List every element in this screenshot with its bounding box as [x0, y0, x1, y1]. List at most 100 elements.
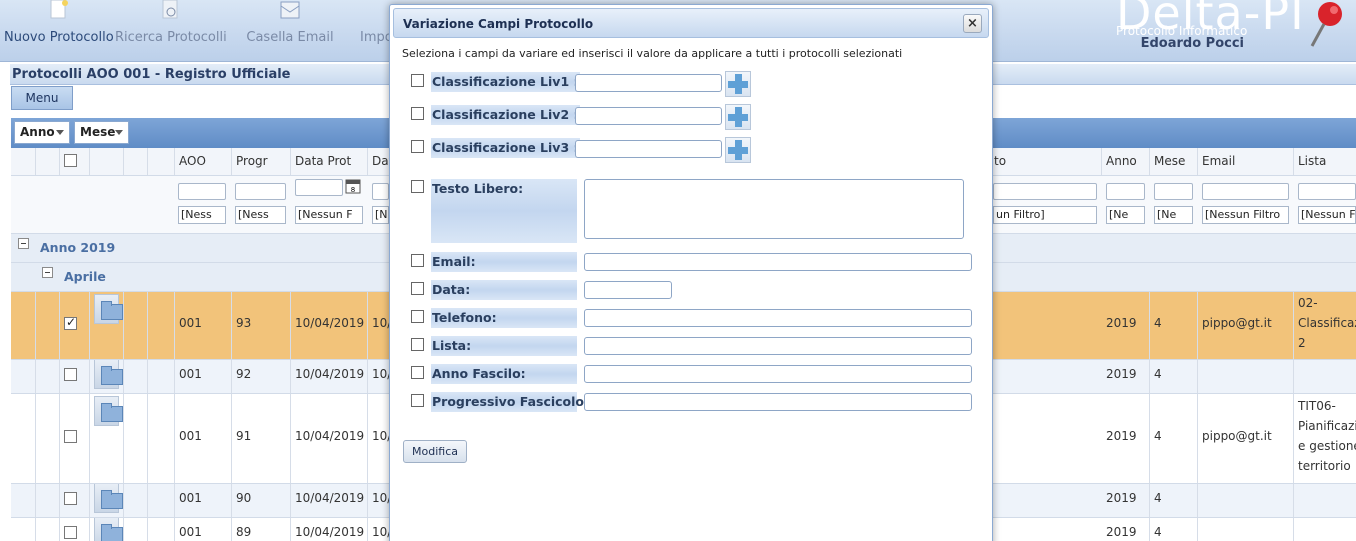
new-protocol-button[interactable]: Nuovo Protocollo [4, 0, 114, 62]
header-anno[interactable]: Anno [1102, 148, 1150, 175]
header-lista[interactable]: Lista [1294, 148, 1356, 175]
modify-button[interactable]: Modifica [403, 440, 467, 463]
phone-field[interactable] [584, 309, 972, 327]
row-checkbox[interactable] [64, 367, 77, 381]
row-spacer [124, 292, 148, 359]
folder-icon[interactable] [94, 294, 123, 324]
header-col-empty [148, 148, 175, 175]
liv3-checkbox[interactable] [411, 140, 424, 153]
header-mese[interactable]: Mese [1150, 148, 1198, 175]
filter-email-input[interactable] [1202, 183, 1289, 200]
cell-lista [1294, 518, 1356, 541]
email-field[interactable] [584, 253, 972, 271]
filter-to-input[interactable] [993, 183, 1097, 200]
collapse-toggle-icon[interactable] [18, 238, 29, 249]
filter-dat-input[interactable] [372, 183, 389, 200]
header-aoo[interactable]: AOO [175, 148, 232, 175]
row-spacer [148, 484, 175, 517]
row-select-cell [60, 292, 90, 359]
select-all-checkbox[interactable] [64, 154, 77, 167]
liv1-input[interactable] [575, 74, 722, 92]
liv2-input[interactable] [575, 107, 722, 125]
filter-to-select[interactable]: un Filtro] [993, 206, 1097, 224]
free-text-checkbox[interactable] [411, 180, 424, 193]
row-spacer [124, 484, 148, 517]
date-field[interactable] [584, 281, 672, 299]
filter-lista-select[interactable]: [Nessun F [1298, 206, 1356, 224]
folder-icon[interactable] [94, 396, 123, 426]
dossier-progressive-field[interactable] [584, 393, 972, 411]
filter-aoo-select[interactable]: [Ness [178, 206, 226, 224]
mailbox-button[interactable]: Casella Email [245, 0, 335, 62]
header-data-prot[interactable]: Data Prot [291, 148, 368, 175]
cell-lista [1294, 360, 1356, 393]
dialog-header: Variazione Campi Protocollo × [393, 8, 989, 38]
dossier-progressive-checkbox[interactable] [411, 394, 424, 407]
cell-aoo: 001 [175, 292, 232, 359]
variation-dialog: Variazione Campi Protocollo × Seleziona … [389, 4, 993, 541]
folder-icon[interactable] [94, 518, 123, 541]
filter-anno-select[interactable]: [Ne [1106, 206, 1145, 224]
filter-dat-select[interactable]: [N [372, 206, 389, 224]
dossier-year-field[interactable] [584, 365, 972, 383]
plus-icon[interactable] [725, 71, 751, 97]
header-dat[interactable]: Dat [368, 148, 390, 175]
row-checkbox[interactable] [64, 429, 77, 443]
folder-icon[interactable] [94, 360, 123, 389]
row-spacer [124, 518, 148, 541]
filter-progr-input[interactable] [235, 183, 286, 200]
menu-button[interactable]: Menu [11, 86, 73, 110]
chevron-down-icon [115, 130, 123, 135]
year-dropdown-label: Anno [20, 125, 55, 139]
email-checkbox[interactable] [411, 254, 424, 267]
filter-email-select[interactable]: [Nessun Filtro [1202, 206, 1289, 224]
row-folder-cell [90, 360, 124, 393]
close-icon[interactable]: × [963, 14, 982, 33]
mailbox-icon [280, 1, 300, 19]
row-checkbox[interactable] [64, 491, 77, 505]
cell-progr: 92 [232, 360, 291, 393]
plus-icon[interactable] [725, 104, 751, 130]
group-month-label: Aprile [64, 269, 106, 284]
filter-mese-input[interactable] [1154, 183, 1193, 200]
folder-icon[interactable] [94, 484, 123, 513]
filter-aoo-input[interactable] [178, 183, 226, 200]
cell-anno: 2019 [1102, 518, 1150, 541]
filter-lista-input[interactable] [1298, 183, 1356, 200]
liv2-checkbox[interactable] [411, 107, 424, 120]
user-name: Edoardo Pocci [1140, 36, 1244, 51]
list-checkbox[interactable] [411, 338, 424, 351]
row-spacer [11, 484, 36, 517]
liv3-input[interactable] [575, 140, 722, 158]
header-to[interactable]: to [990, 148, 1102, 175]
liv1-label: Classificazione Liv1 : [431, 72, 580, 92]
filter-mese-select[interactable]: [Ne [1154, 206, 1193, 224]
date-checkbox[interactable] [411, 282, 424, 295]
row-checkbox[interactable] [64, 525, 77, 539]
row-checkbox[interactable] [64, 315, 77, 330]
list-field[interactable] [584, 337, 972, 355]
collapse-toggle-icon[interactable] [42, 267, 53, 278]
filter-progr-select[interactable]: [Ness [235, 206, 286, 224]
phone-checkbox[interactable] [411, 310, 424, 323]
row-spacer [36, 292, 60, 359]
filter-data-prot-select[interactable]: [Nessun F [295, 206, 363, 224]
year-dropdown[interactable]: Anno [14, 121, 70, 144]
calendar-icon[interactable]: 8 [345, 178, 361, 194]
header-progr[interactable]: Progr [232, 148, 291, 175]
row-spacer [148, 360, 175, 393]
new-protocol-label: Nuovo Protocollo [4, 30, 114, 45]
row-select-cell [60, 394, 90, 483]
dossier-progressive-label: Progressivo Fascicolo: [431, 392, 589, 412]
cell-email [1198, 484, 1294, 517]
plus-icon[interactable] [725, 137, 751, 163]
liv1-checkbox[interactable] [411, 74, 424, 87]
free-text-textarea[interactable] [584, 179, 964, 239]
month-dropdown[interactable]: Mese [74, 121, 129, 144]
dossier-year-checkbox[interactable] [411, 366, 424, 379]
row-spacer [148, 292, 175, 359]
header-email[interactable]: Email [1198, 148, 1294, 175]
filter-data-prot-input[interactable] [295, 179, 343, 196]
filter-anno-input[interactable] [1106, 183, 1145, 200]
search-protocols-button[interactable]: Ricerca Protocolli [115, 0, 227, 62]
